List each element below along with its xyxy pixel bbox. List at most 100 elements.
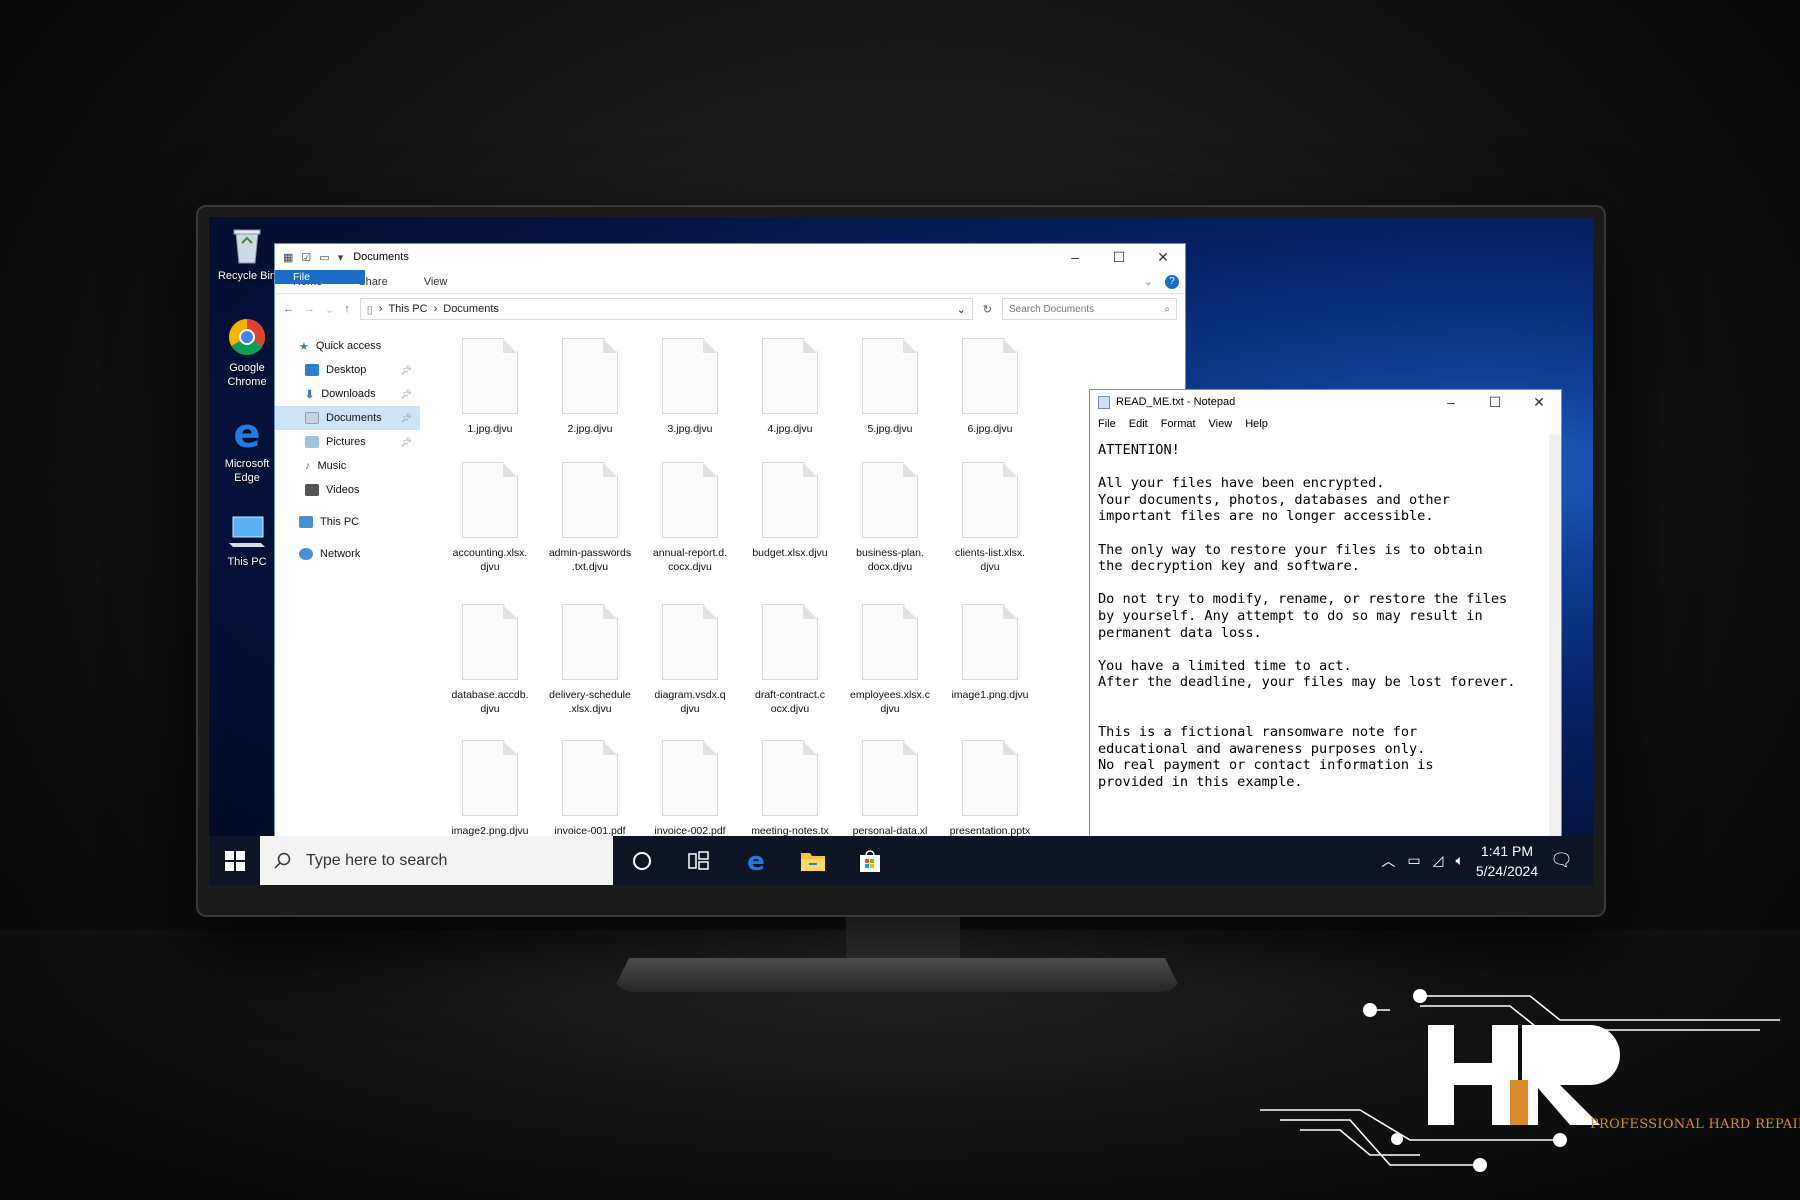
file-item[interactable]: annual-report.d. cocx.djvu [645,462,735,574]
forward-arrow-icon[interactable]: → [304,303,315,315]
maximize-icon[interactable]: ☐ [1473,394,1517,411]
close-icon[interactable]: ✕ [1141,249,1185,266]
file-item[interactable]: invoice-001.pdf [545,740,635,838]
nav-item-documents[interactable]: Documents 📌︎ [275,406,420,430]
windows-logo-icon [224,850,245,871]
file-item[interactable]: clients-list.xlsx. djvu [945,462,1035,574]
menu-help[interactable]: Help [1245,418,1268,430]
nav-item-downloads[interactable]: ⬇ Downloads 📌︎ [275,382,420,406]
cortana-button[interactable] [613,836,670,885]
nav-item-label: Network [320,548,361,560]
file-item[interactable]: database.accdb. djvu [445,604,535,716]
recent-locations-icon[interactable]: ⌄ [325,303,334,316]
breadcrumb-documents[interactable]: Documents [443,303,499,315]
nav-item-this-pc[interactable]: This PC [275,510,420,534]
nav-item-pictures[interactable]: Pictures 📌︎ [275,430,420,454]
notepad-scrollbar[interactable] [1549,434,1561,885]
minimize-icon[interactable]: – [1429,394,1473,411]
minimize-icon[interactable]: – [1053,249,1097,266]
task-view-button[interactable] [670,836,727,885]
taskbar-search-placeholder: Type here to search [306,851,448,869]
desktop-icon-recycle-bin[interactable]: Recycle Bin [214,225,280,283]
desktop-icon [305,364,319,376]
notepad-title: READ_ME.txt - Notepad [1116,396,1236,408]
file-item[interactable]: admin-passwords .txt.djvu [545,462,635,574]
file-item[interactable]: business-plan. docx.djvu [845,462,935,574]
nav-item-desktop[interactable]: Desktop 📌︎ [275,358,420,382]
maximize-icon[interactable]: ☐ [1097,249,1141,266]
file-item[interactable]: image2.png.djvu [445,740,535,838]
new-folder-icon[interactable]: ▭ [319,251,329,264]
desktop-icon-chrome[interactable]: Google Chrome [214,317,280,389]
nav-item-music[interactable]: ♪ Music [275,454,420,478]
expand-ribbon-icon[interactable]: ⌄ [1144,275,1153,288]
taskbar-search-box[interactable]: Type here to search [260,836,613,885]
file-item[interactable]: 3.jpg.djvu [645,338,735,436]
file-item[interactable]: draft-contract.c ocx.djvu [745,604,835,716]
file-name: draft-contract.c ocx.djvu [754,689,826,715]
desktop-icon-edge[interactable]: e Microsoft Edge [214,411,280,485]
file-item[interactable]: 1.jpg.djvu [445,338,535,436]
window-controls: – ☐ ✕ [1429,394,1561,411]
blank-file-icon [562,338,618,414]
volume-icon[interactable]: 🔈︎ [1455,852,1463,869]
ribbon-tabs: File Home Share View ⌄ ? [275,270,1185,294]
address-dropdown-icon[interactable]: ⌄ [957,303,966,316]
refresh-icon[interactable]: ↻ [983,303,992,316]
nav-item-label: Downloads [321,388,376,400]
close-icon[interactable]: ✕ [1517,394,1561,411]
chevron-up-icon[interactable]: ︿ [1381,851,1395,871]
file-item[interactable]: accounting.xlsx. djvu [445,462,535,574]
up-arrow-icon[interactable]: ↑ [344,303,350,315]
nav-item-quick-access[interactable]: ★ Quick access [275,334,420,358]
search-documents-input[interactable]: Search Documents ⌕ [1002,298,1177,320]
file-item[interactable]: employees.xlsx.c djvu [845,604,935,716]
menu-view[interactable]: View [1209,418,1233,430]
documents-icon [305,412,319,424]
file-item[interactable]: 6.jpg.djvu [945,338,1035,436]
taskbar-edge-button[interactable]: e [727,836,784,885]
store-icon [859,849,880,872]
start-button[interactable] [209,836,260,885]
file-item[interactable]: budget.xlsx.djvu [745,462,835,560]
breadcrumb-this-pc[interactable]: This PC [388,303,427,315]
file-item[interactable]: personal-data.xl [845,740,935,838]
file-item[interactable]: presentation.pptx [945,740,1035,838]
tab-file[interactable]: File [275,270,365,284]
back-arrow-icon[interactable]: ← [283,303,294,315]
action-center-icon[interactable]: 🗨︎ [1550,850,1573,871]
menu-format[interactable]: Format [1161,418,1196,430]
tab-view[interactable]: View [406,270,466,293]
desktop-icon-this-pc[interactable]: This PC [214,511,280,569]
file-item[interactable]: diagram.vsdx.q djvu [645,604,735,716]
battery-icon[interactable]: ▭ [1407,852,1420,869]
nav-item-network[interactable]: Network [275,542,420,566]
file-item[interactable]: image1.png.djvu [945,604,1035,702]
customize-toolbar-icon[interactable]: ▾ [338,251,344,264]
menu-edit[interactable]: Edit [1129,418,1148,430]
pictures-icon [305,436,319,448]
notepad-text-area[interactable]: ATTENTION! All your files have been encr… [1090,434,1549,885]
menu-file[interactable]: File [1098,418,1116,430]
file-item[interactable]: 2.jpg.djvu [545,338,635,436]
nav-item-videos[interactable]: Videos [275,478,420,502]
file-item[interactable]: delivery-schedule .xlsx.djvu [545,604,635,716]
location-icon: ▯ [366,303,373,316]
file-item[interactable]: meeting-notes.tx [745,740,835,838]
file-name: database.accdb. djvu [451,689,529,715]
blank-file-icon [462,462,518,538]
properties-icon[interactable]: ☑ [301,251,311,264]
taskbar-clock[interactable]: 1:41 PM 5/24/2024 [1476,841,1538,881]
download-icon: ⬇ [305,388,315,401]
file-item[interactable]: 5.jpg.djvu [845,338,935,436]
svg-text:e: e [747,848,765,874]
network-status-icon[interactable]: ◿ [1433,852,1444,869]
address-bar[interactable]: ▯ › This PC › Documents ⌄ [359,298,973,320]
file-item[interactable]: invoice-002.pdf [645,740,735,838]
taskbar-store-button[interactable] [841,836,898,885]
taskbar-file-explorer-button[interactable] [784,836,841,885]
videos-icon [305,484,319,496]
help-icon[interactable]: ? [1165,274,1179,289]
desktop-icon-label: Recycle Bin [217,270,277,282]
file-item[interactable]: 4.jpg.djvu [745,338,835,436]
